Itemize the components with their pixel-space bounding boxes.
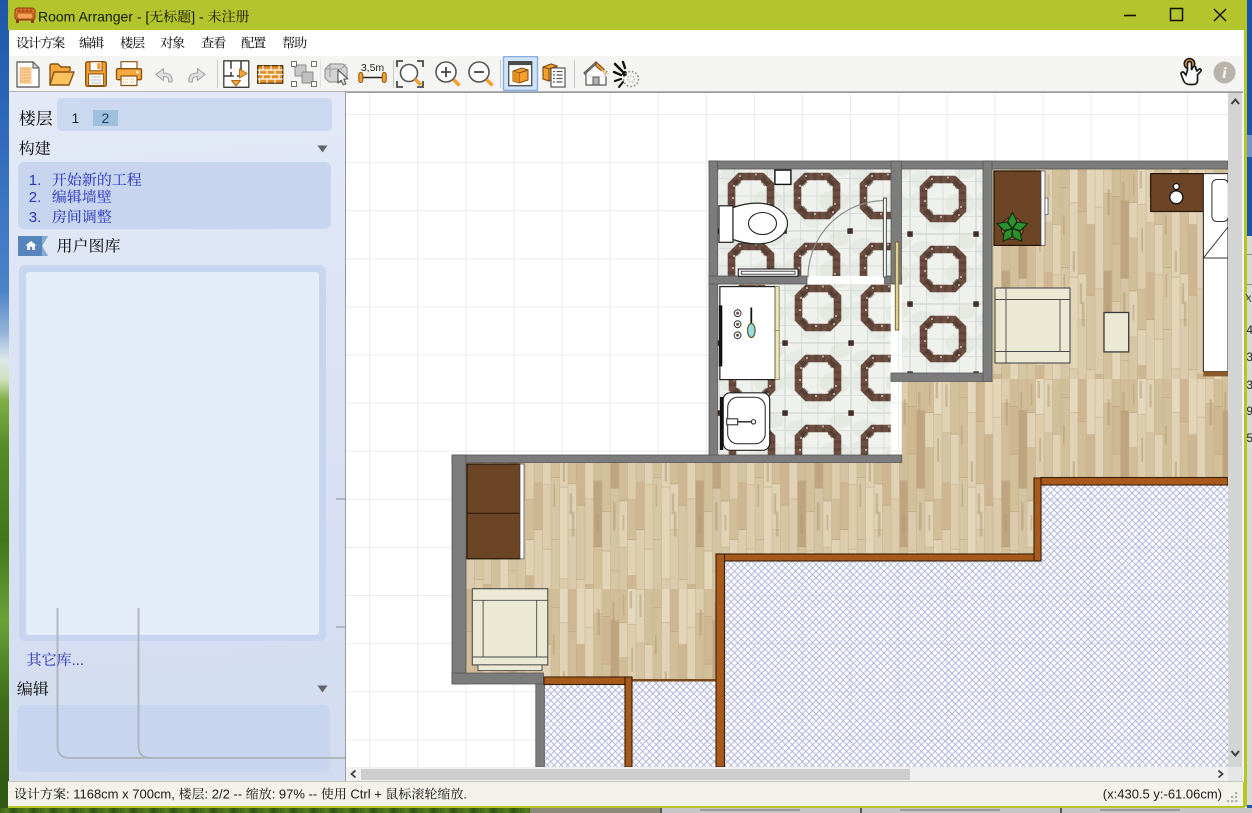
svg-text:i: i <box>1222 65 1227 82</box>
svg-text:3,5m: 3,5m <box>361 62 385 74</box>
